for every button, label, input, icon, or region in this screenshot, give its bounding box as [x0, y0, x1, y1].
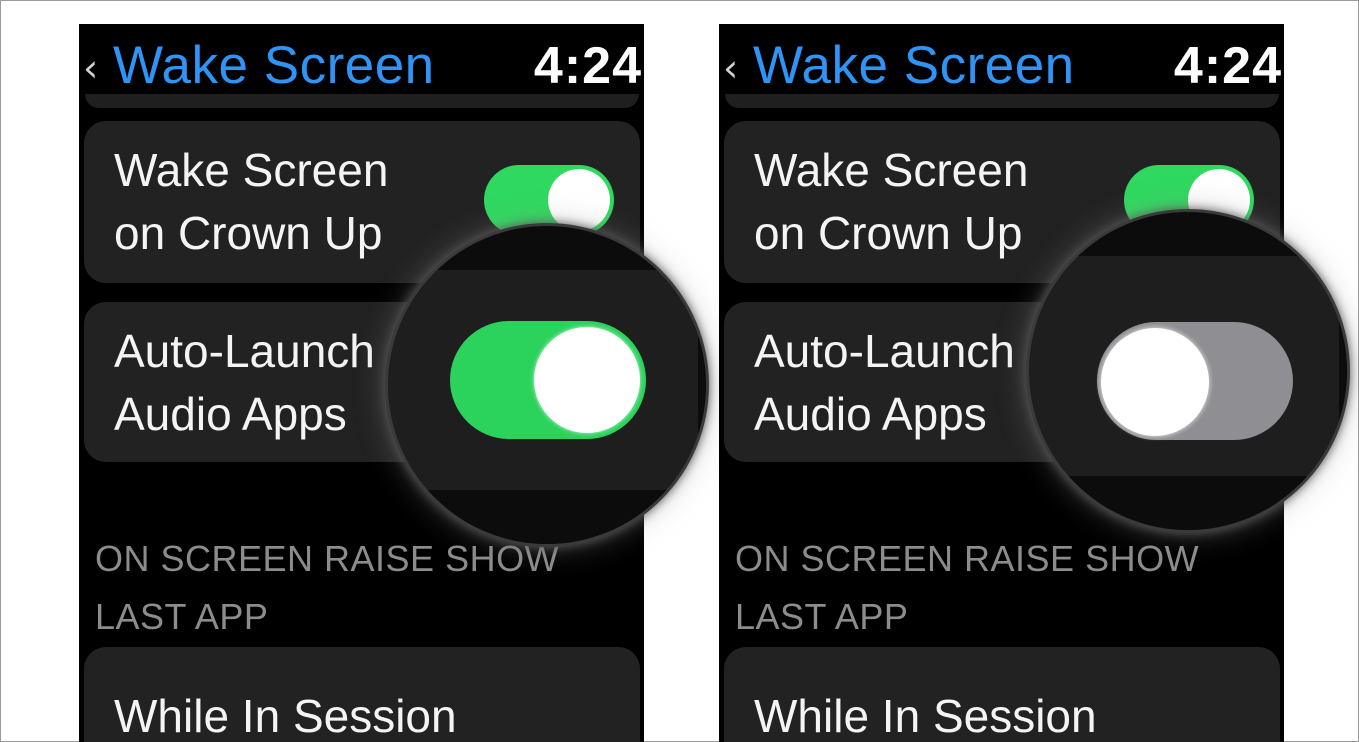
magnifier-dark-band-top — [1029, 212, 1347, 256]
page-title[interactable]: Wake Screen — [113, 34, 435, 98]
magnifier-dark-edge — [1339, 256, 1347, 476]
auto-launch-audio-apps-toggle-off[interactable] — [1097, 322, 1293, 440]
zoom-magnifier-off — [1029, 212, 1347, 530]
magnifier-dark-edge — [698, 270, 706, 490]
back-chevron-icon[interactable]: ‹ — [83, 38, 111, 98]
section-header: ON SCREEN RAISE SHOW LAST APP — [735, 538, 1200, 637]
clock-time: 4:24 — [533, 37, 642, 95]
toggle-knob-off — [1101, 328, 1209, 436]
section-header: ON SCREEN RAISE SHOW LAST APP — [95, 538, 560, 637]
previous-cell-edge — [725, 94, 1279, 108]
toggle-knob-on — [534, 327, 640, 433]
while-in-session-row[interactable]: While In Session — [84, 647, 640, 742]
magnifier-dark-band-bottom — [1029, 476, 1347, 530]
toggle-knob — [548, 169, 610, 231]
magnifier-dark-band-top — [388, 226, 706, 270]
back-chevron-icon[interactable]: ‹ — [723, 38, 751, 98]
while-in-session-row[interactable]: While In Session — [724, 647, 1280, 742]
clock-time: 4:24 — [1173, 37, 1282, 95]
while-in-session-label: While In Session — [114, 690, 457, 742]
while-in-session-label: While In Session — [754, 690, 1097, 742]
zoom-magnifier-on — [388, 226, 706, 544]
magnifier-dark-band-bottom — [388, 490, 706, 544]
previous-cell-edge — [85, 94, 639, 108]
page-title[interactable]: Wake Screen — [753, 34, 1075, 98]
auto-launch-audio-apps-toggle-on[interactable] — [450, 321, 646, 439]
wake-on-crown-up-toggle[interactable] — [484, 165, 614, 235]
